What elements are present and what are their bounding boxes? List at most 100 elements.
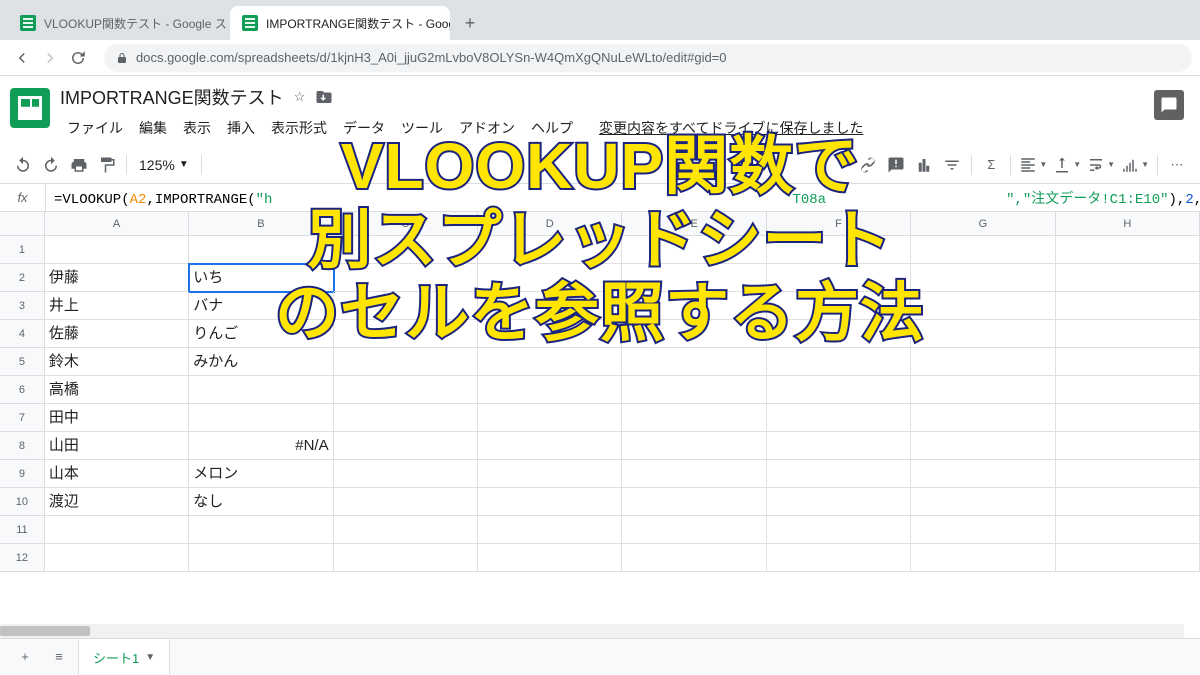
cell[interactable] [334,236,478,264]
cell[interactable] [622,432,766,460]
cell[interactable] [1056,460,1200,488]
col-header[interactable]: B [189,212,333,235]
menu-addons[interactable]: アドオン [452,114,522,142]
cell[interactable] [622,544,766,572]
cell[interactable]: 高橋 [45,376,189,404]
cell[interactable]: みかん [189,348,333,376]
menu-format[interactable]: 表示形式 [264,114,334,142]
cell[interactable] [478,516,622,544]
v-align-button[interactable]: ▼ [1051,152,1083,178]
cell[interactable] [767,404,911,432]
row-header[interactable]: 1 [0,236,45,264]
cell[interactable] [622,236,766,264]
menu-file[interactable]: ファイル [60,114,130,142]
cell[interactable] [767,460,911,488]
row-header[interactable]: 8 [0,432,45,460]
paint-format-button[interactable] [94,152,120,178]
cell[interactable] [1056,432,1200,460]
cell[interactable]: りんご [189,320,333,348]
row-header[interactable]: 10 [0,488,45,516]
menu-help[interactable]: ヘルプ [524,114,580,142]
row-header[interactable]: 9 [0,460,45,488]
cell[interactable] [189,544,333,572]
cell[interactable] [45,544,189,572]
cell[interactable] [478,348,622,376]
col-header[interactable]: A [45,212,189,235]
cell[interactable] [911,460,1055,488]
cell[interactable] [911,488,1055,516]
cell[interactable]: メロン [189,460,333,488]
comments-button[interactable] [1154,90,1184,120]
cell[interactable] [767,292,911,320]
cell[interactable] [911,432,1055,460]
cell[interactable] [334,320,478,348]
cell[interactable] [1056,516,1200,544]
print-button[interactable] [66,152,92,178]
cell[interactable] [911,404,1055,432]
cell[interactable] [622,516,766,544]
cell[interactable] [767,432,911,460]
cell[interactable] [45,516,189,544]
row-header[interactable]: 2 [0,264,45,292]
cell[interactable] [622,404,766,432]
cell[interactable] [478,264,622,292]
zoom-select[interactable]: 125%▼ [133,157,195,173]
star-icon[interactable]: ☆ [294,89,306,105]
comment-button[interactable] [883,152,909,178]
cell[interactable] [911,320,1055,348]
cell[interactable] [911,348,1055,376]
cell[interactable]: 伊藤 [45,264,189,292]
cell[interactable] [622,292,766,320]
cell[interactable] [1056,320,1200,348]
cell[interactable] [334,488,478,516]
cell[interactable] [911,292,1055,320]
cell[interactable]: 山田 [45,432,189,460]
chevron-down-icon[interactable]: ▼ [145,652,155,663]
cell[interactable] [334,404,478,432]
menu-edit[interactable]: 編集 [132,114,174,142]
filter-button[interactable] [939,152,965,178]
cell[interactable]: いち [189,264,333,292]
cell[interactable] [45,236,189,264]
forward-button[interactable] [36,44,64,72]
cell[interactable] [767,320,911,348]
menu-view[interactable]: 表示 [176,114,218,142]
cell[interactable] [478,404,622,432]
row-header[interactable]: 3 [0,292,45,320]
row-header[interactable]: 4 [0,320,45,348]
redo-button[interactable] [38,152,64,178]
cell[interactable] [911,516,1055,544]
reload-button[interactable] [64,44,92,72]
cell[interactable] [478,432,622,460]
cell[interactable]: 山本 [45,460,189,488]
cell[interactable] [622,376,766,404]
cell[interactable] [622,348,766,376]
cell[interactable]: 鈴木 [45,348,189,376]
row-header[interactable]: 11 [0,516,45,544]
col-header[interactable]: F [767,212,911,235]
cell[interactable] [334,376,478,404]
formula-input[interactable]: =VLOOKUP(A2,IMPORTRANGE("hT08a","注文データ!C… [46,188,1200,208]
move-folder-icon[interactable] [315,88,333,106]
col-header[interactable]: H [1056,212,1200,235]
new-tab-button[interactable]: + [456,9,484,37]
cell[interactable] [334,292,478,320]
more-button[interactable]: ⋯ [1164,152,1190,178]
cell[interactable]: なし [189,488,333,516]
cell[interactable] [767,376,911,404]
functions-button[interactable]: Σ [978,152,1004,178]
menu-insert[interactable]: 挿入 [220,114,262,142]
cell[interactable] [478,376,622,404]
cell[interactable] [911,236,1055,264]
cell[interactable] [334,516,478,544]
cell[interactable] [1056,544,1200,572]
h-align-button[interactable]: ▼ [1017,152,1049,178]
cell[interactable] [622,320,766,348]
cell[interactable] [1056,348,1200,376]
cell[interactable] [334,544,478,572]
cell[interactable] [189,376,333,404]
cell[interactable] [478,544,622,572]
horizontal-scrollbar[interactable] [0,624,1184,638]
browser-tab-active[interactable]: IMPORTRANGE関数テスト - Goog × [230,6,450,40]
cell[interactable]: 井上 [45,292,189,320]
